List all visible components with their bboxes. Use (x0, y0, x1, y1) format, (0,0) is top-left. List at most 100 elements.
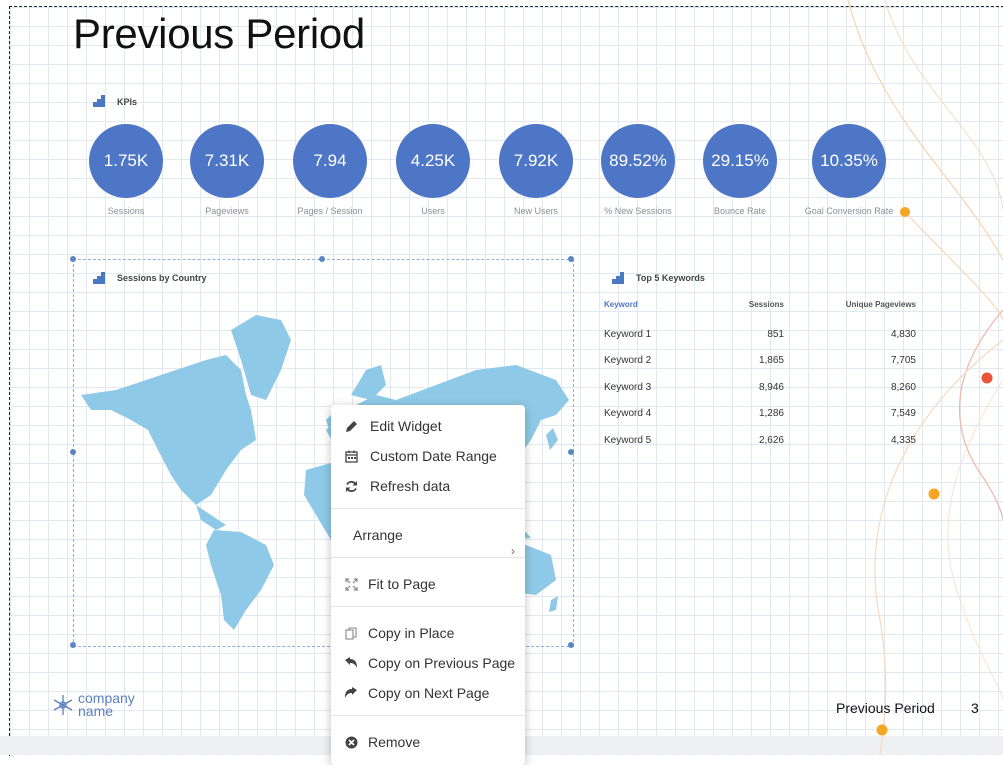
map-widget-label: Sessions by Country (117, 273, 207, 283)
menu-item-label: Copy on Next Page (368, 685, 490, 701)
kpi-value: 4.25K (396, 124, 470, 198)
menu-divider (331, 557, 525, 558)
column-header[interactable]: Sessions (724, 300, 784, 313)
bar-chart-icon (93, 272, 105, 284)
table-row: Keyword 1 851 4,830 (604, 321, 916, 348)
kpi-value: 1.75K (89, 124, 163, 198)
kpi-bounce-rate[interactable]: 29.15% Bounce Rate (690, 124, 790, 216)
column-header[interactable]: Keyword (604, 300, 724, 313)
keyword-cell: Keyword 5 (604, 434, 652, 446)
japan (546, 428, 558, 450)
menu-item-arrange[interactable]: Arrange (331, 522, 525, 548)
reply-arrow-icon (344, 656, 358, 670)
context-menu: Edit Widget Custom Date Range Refresh da… (331, 405, 525, 765)
resize-handle[interactable] (319, 256, 325, 262)
expand-icon (344, 577, 358, 591)
menu-item-edit-widget[interactable]: Edit Widget (331, 413, 525, 439)
kpi-label: New Users (513, 206, 558, 216)
sessions-cell: 1,286 (758, 408, 784, 420)
table-row: Keyword 5 2,626 4,335 (604, 427, 916, 454)
kpi-value: 7.92K (499, 124, 573, 198)
refresh-icon (344, 479, 358, 493)
menu-item-label: Remove (368, 734, 421, 750)
kpi-value: 7.94 (293, 124, 367, 198)
kpi-pageviews[interactable]: 7.31K Pageviews (177, 124, 277, 216)
keyword-cell: Keyword 4 (604, 408, 652, 420)
menu-item-fit-to-page[interactable]: Fit to Page (331, 571, 525, 597)
logo-text-line2: name (78, 703, 114, 719)
menu-item-custom-date-range[interactable]: Custom Date Range (331, 443, 525, 469)
remove-circle-icon (344, 735, 358, 749)
kpi-goal-conversion-rate[interactable]: 10.35% Goal Conversion Rate (799, 124, 899, 216)
keyword-cell: Keyword 2 (604, 355, 652, 367)
table-row: Keyword 2 1,865 7,705 (604, 348, 916, 375)
north-america (81, 355, 256, 505)
menu-divider (331, 508, 525, 509)
keyword-cell: Keyword 3 (604, 381, 652, 393)
table-row: Keyword 4 1,286 7,549 (604, 401, 916, 428)
kpi-label: Sessions (107, 206, 145, 216)
keyword-cell: Keyword 1 (604, 328, 652, 340)
column-header[interactable]: Unique Pageviews (784, 300, 916, 313)
kpi-sessions[interactable]: 1.75K Sessions (76, 124, 176, 216)
pageviews-cell: 7,705 (890, 355, 916, 367)
menu-item-label: Custom Date Range (370, 448, 497, 464)
kpi-users[interactable]: 4.25K Users (383, 124, 483, 216)
menu-item-remove[interactable]: Remove (331, 729, 525, 755)
menu-item-label: Fit to Page (368, 576, 436, 592)
south-america (206, 530, 274, 630)
kpi-value: 89.52% (601, 124, 675, 198)
sessions-cell: 1,865 (758, 355, 784, 367)
resize-handle[interactable] (70, 256, 76, 262)
kpi-value: 29.15% (703, 124, 777, 198)
menu-item-label: Arrange (353, 527, 403, 543)
pageviews-cell: 7,549 (890, 408, 916, 420)
kpi-new-sessions[interactable]: 89.52% % New Sessions (588, 124, 688, 216)
page-number: 3 (971, 700, 979, 716)
bar-chart-icon (612, 272, 624, 284)
kpi-new-users[interactable]: 7.92K New Users (486, 124, 586, 216)
kpi-label: Pages / Session (297, 206, 363, 216)
menu-item-label: Refresh data (370, 478, 451, 494)
menu-item-refresh-data[interactable]: Refresh data (331, 473, 525, 499)
new-zealand (549, 596, 558, 612)
kpi-label: Users (421, 206, 445, 216)
menu-item-copy-on-previous-page[interactable]: Copy on Previous Page (331, 650, 525, 676)
menu-item-label: Copy on Previous Page (368, 655, 516, 671)
pageviews-cell: 4,830 (890, 328, 916, 340)
chevron-right-icon: › (511, 544, 515, 558)
menu-item-copy-in-place[interactable]: Copy in Place (331, 620, 525, 646)
kpi-label: Bounce Rate (713, 206, 767, 216)
page-title: Previous Period (73, 10, 365, 57)
kpi-label: Goal Conversion Rate (804, 206, 894, 216)
keywords-table: Keyword Sessions Unique Pageviews Keywor… (604, 300, 916, 454)
sessions-cell: 2,626 (758, 434, 784, 446)
menu-divider (331, 606, 525, 607)
footer-page-title: Previous Period (836, 700, 935, 716)
resize-handle[interactable] (568, 642, 574, 648)
share-arrow-icon (344, 686, 358, 700)
central-america (196, 505, 226, 530)
sessions-cell: 851 (767, 328, 784, 340)
resize-handle[interactable] (568, 256, 574, 262)
resize-handle[interactable] (70, 642, 76, 648)
bar-chart-icon (93, 95, 105, 107)
table-header: Keyword Sessions Unique Pageviews (604, 300, 916, 313)
kpi-label: Pageviews (205, 206, 249, 216)
keywords-widget-label: Top 5 Keywords (636, 273, 705, 283)
menu-item-copy-on-next-page[interactable]: Copy on Next Page (331, 680, 525, 706)
kpi-label: % New Sessions (604, 206, 672, 216)
pageviews-cell: 4,335 (890, 434, 916, 446)
company-logo: company name (52, 691, 135, 719)
kpis-label: KPIs (117, 97, 138, 107)
kpi-pages-per-session[interactable]: 7.94 Pages / Session (280, 124, 380, 216)
table-row: Keyword 3 8,946 8,260 (604, 374, 916, 401)
snowflake-logo-icon (53, 695, 73, 715)
menu-item-label: Copy in Place (368, 625, 455, 641)
copy-icon (344, 626, 358, 640)
sessions-cell: 8,946 (758, 381, 784, 393)
kpi-value: 7.31K (190, 124, 264, 198)
scandinavia (351, 365, 386, 400)
pencil-icon (344, 419, 358, 433)
pageviews-cell: 8,260 (890, 381, 916, 393)
